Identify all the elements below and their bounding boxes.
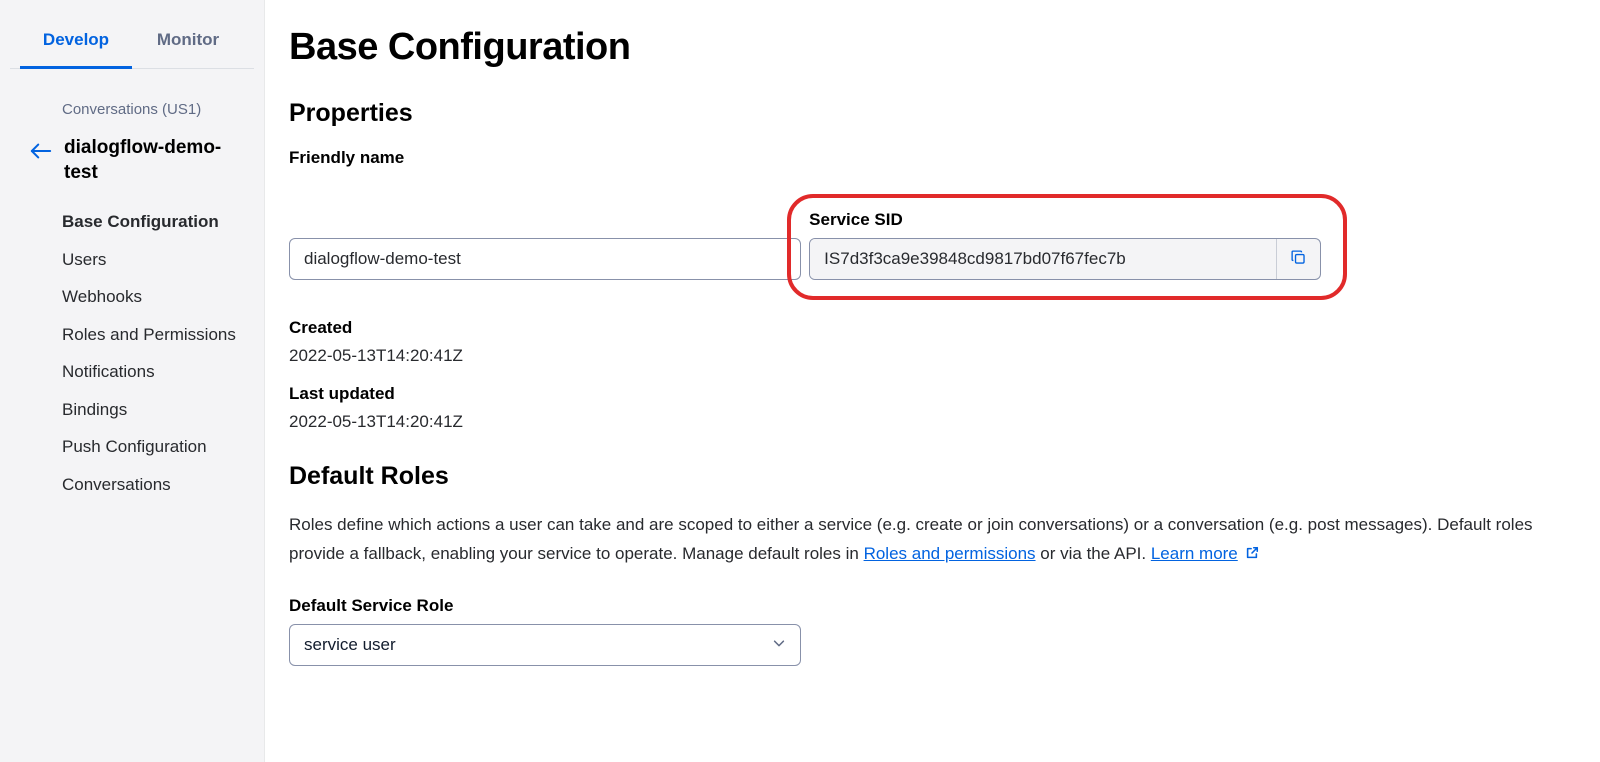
friendly-name-input[interactable] — [289, 238, 801, 280]
default-roles-description: Roles define which actions a user can ta… — [289, 511, 1560, 570]
main-content: Base Configuration Properties Friendly n… — [265, 0, 1600, 762]
nav-roles-permissions[interactable]: Roles and Permissions — [0, 316, 264, 354]
nav-users[interactable]: Users — [0, 241, 264, 279]
copy-icon — [1290, 249, 1307, 270]
nav-conversations[interactable]: Conversations — [0, 466, 264, 504]
roles-desc-text-2: or via the API. — [1036, 544, 1151, 563]
service-sid-highlight: Service SID IS7d3f3ca9e39848cd9817bd07f6… — [787, 194, 1347, 300]
label-default-service-role: Default Service Role — [289, 596, 1560, 616]
section-default-roles: Default Roles — [289, 462, 1560, 491]
nav-bindings[interactable]: Bindings — [0, 391, 264, 429]
nav-base-configuration[interactable]: Base Configuration — [0, 203, 264, 241]
created-value: 2022-05-13T14:20:41Z — [289, 346, 1560, 366]
back-arrow-icon[interactable] — [30, 136, 52, 164]
tab-develop[interactable]: Develop — [20, 18, 132, 69]
sidebar-tabs: Develop Monitor — [10, 18, 254, 69]
link-learn-more[interactable]: Learn more — [1151, 544, 1238, 563]
last-updated-value: 2022-05-13T14:20:41Z — [289, 412, 1560, 432]
service-name: dialogflow-demo-test — [64, 136, 254, 185]
service-sid-value: IS7d3f3ca9e39848cd9817bd07f67fec7b — [810, 239, 1276, 279]
label-friendly-name: Friendly name — [289, 148, 1560, 168]
default-service-role-select[interactable]: service user — [289, 624, 801, 666]
tab-monitor[interactable]: Monitor — [132, 18, 244, 69]
page-title: Base Configuration — [289, 26, 1560, 69]
section-properties: Properties — [289, 99, 1560, 128]
sidebar-nav: Base Configuration Users Webhooks Roles … — [0, 191, 264, 503]
label-service-sid: Service SID — [809, 210, 1321, 230]
label-last-updated: Last updated — [289, 384, 1560, 404]
label-created: Created — [289, 318, 1560, 338]
copy-sid-button[interactable] — [1276, 239, 1320, 279]
service-sid-field: IS7d3f3ca9e39848cd9817bd07f67fec7b — [809, 238, 1321, 280]
breadcrumb: Conversations (US1) — [0, 69, 264, 130]
nav-webhooks[interactable]: Webhooks — [0, 278, 264, 316]
default-service-role-value: service user — [304, 635, 396, 655]
nav-notifications[interactable]: Notifications — [0, 353, 264, 391]
link-roles-permissions[interactable]: Roles and permissions — [864, 544, 1036, 563]
nav-push-configuration[interactable]: Push Configuration — [0, 428, 264, 466]
chevron-down-icon — [772, 635, 786, 655]
sidebar: Develop Monitor Conversations (US1) dial… — [0, 0, 265, 762]
external-link-icon — [1245, 545, 1259, 564]
